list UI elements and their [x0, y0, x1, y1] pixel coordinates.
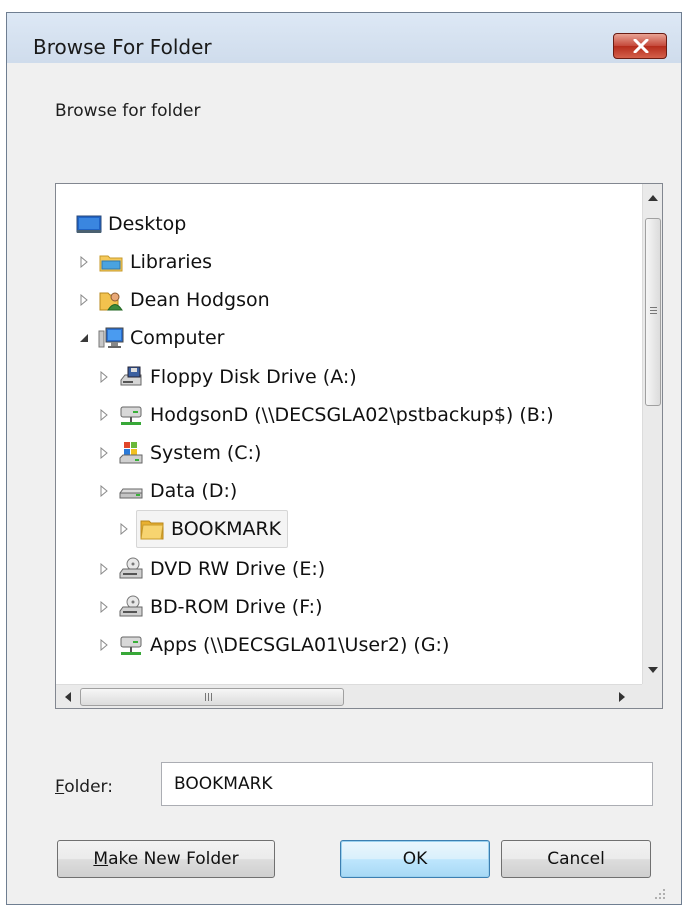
tree-item-label: System (C:) [150, 442, 262, 464]
make-new-folder-button[interactable]: Make New Folder [57, 840, 275, 878]
make-button-mnemonic: M [93, 849, 109, 869]
collapse-arrow-icon[interactable] [76, 330, 92, 346]
tree-item-label: Desktop [108, 213, 187, 235]
tree-item-dean-hodgson[interactable]: Dean Hodgson [76, 281, 276, 319]
vertical-scrollbar[interactable] [642, 184, 662, 684]
tree-item-label: DVD RW Drive (E:) [150, 558, 326, 580]
arrow-right-icon [619, 692, 625, 702]
dialog-body: Browse for folder Desktop Libraries Dean… [7, 63, 681, 904]
close-button[interactable] [613, 33, 667, 59]
tree-item-computer[interactable]: Computer [76, 319, 230, 357]
folder-label-mnemonic: F [55, 777, 65, 797]
tree-item-desktop[interactable]: Desktop [74, 205, 192, 243]
cancel-button[interactable]: Cancel [501, 840, 651, 878]
vertical-scroll-thumb[interactable] [645, 218, 661, 406]
folder-icon [139, 516, 165, 542]
horizontal-scroll-thumb[interactable] [80, 688, 344, 706]
computer-icon [98, 325, 124, 351]
scroll-left-button[interactable] [58, 687, 78, 707]
tree-item-network-drive-g[interactable]: Apps (\\DECSGLA01\User2) (G:) [96, 626, 455, 664]
horizontal-scrollbar[interactable] [56, 684, 642, 708]
scroll-right-button[interactable] [612, 687, 632, 707]
tree-item-system-drive[interactable]: System (C:) [96, 434, 267, 472]
tree-viewport: Desktop Libraries Dean Hodgson Computer … [56, 184, 642, 684]
folder-tree[interactable]: Desktop Libraries Dean Hodgson Computer … [55, 183, 663, 709]
tree-item-label: HodgsonD (\\DECSGLA02\pstbackup$) (B:) [150, 404, 554, 426]
tree-item-label: Data (D:) [150, 480, 238, 502]
network-drive-icon [118, 632, 144, 658]
tree-item-network-drive-b[interactable]: HodgsonD (\\DECSGLA02\pstbackup$) (B:) [96, 396, 560, 434]
tree-item-label: Dean Hodgson [130, 289, 270, 311]
title-bar[interactable]: Browse For Folder [7, 13, 681, 63]
close-icon [633, 39, 649, 53]
desktop-icon [76, 211, 102, 237]
arrow-down-icon [648, 667, 658, 673]
optical-drive-icon [118, 556, 144, 582]
tree-item-libraries[interactable]: Libraries [76, 243, 218, 281]
tree-item-label: Apps (\\DECSGLA01\User2) (G:) [150, 634, 450, 656]
system-drive-icon [118, 440, 144, 466]
hard-drive-icon [118, 478, 144, 504]
scrollbar-corner [642, 684, 662, 708]
arrow-up-icon [648, 195, 658, 201]
scroll-down-button[interactable] [643, 660, 663, 680]
expand-arrow-icon[interactable] [96, 561, 112, 577]
folder-input[interactable] [161, 762, 653, 806]
tree-item-label: Libraries [130, 251, 213, 273]
expand-arrow-icon[interactable] [96, 637, 112, 653]
browse-folder-dialog: Browse For Folder Browse for folder Desk… [6, 12, 682, 905]
tree-item-floppy-drive[interactable]: Floppy Disk Drive (A:) [96, 358, 363, 396]
scroll-up-button[interactable] [643, 188, 663, 208]
expand-arrow-icon[interactable] [116, 521, 132, 537]
make-button-text: ake New Folder [108, 849, 239, 869]
floppy-drive-icon [118, 364, 144, 390]
tree-item-label: BD-ROM Drive (F:) [150, 596, 323, 618]
expand-arrow-icon[interactable] [96, 407, 112, 423]
tree-item-label: Computer [130, 327, 225, 349]
tree-item-bookmark-folder[interactable]: BOOKMARK [116, 510, 289, 548]
folder-label-text: older: [64, 777, 113, 797]
expand-arrow-icon[interactable] [96, 445, 112, 461]
expand-arrow-icon[interactable] [96, 369, 112, 385]
arrow-left-icon [65, 692, 71, 702]
tree-item-dvd-drive[interactable]: DVD RW Drive (E:) [96, 550, 331, 588]
expand-arrow-icon[interactable] [96, 599, 112, 615]
tree-item-bdrom-drive[interactable]: BD-ROM Drive (F:) [96, 588, 328, 626]
resize-grip-icon[interactable] [651, 885, 667, 901]
tree-item-label: BOOKMARK [171, 518, 282, 540]
window-title: Browse For Folder [33, 35, 212, 59]
folder-label: Folder: [55, 777, 113, 797]
expand-arrow-icon[interactable] [96, 483, 112, 499]
optical-drive-icon [118, 594, 144, 620]
tree-item-data-drive[interactable]: Data (D:) [96, 472, 243, 510]
tree-item-label: Floppy Disk Drive (A:) [150, 366, 357, 388]
expand-arrow-icon[interactable] [76, 254, 92, 270]
libraries-icon [98, 249, 124, 275]
network-drive-icon [118, 402, 144, 428]
expand-arrow-icon[interactable] [76, 292, 92, 308]
dialog-description: Browse for folder [55, 101, 201, 121]
user-folder-icon [98, 287, 124, 313]
ok-button[interactable]: OK [340, 840, 490, 878]
